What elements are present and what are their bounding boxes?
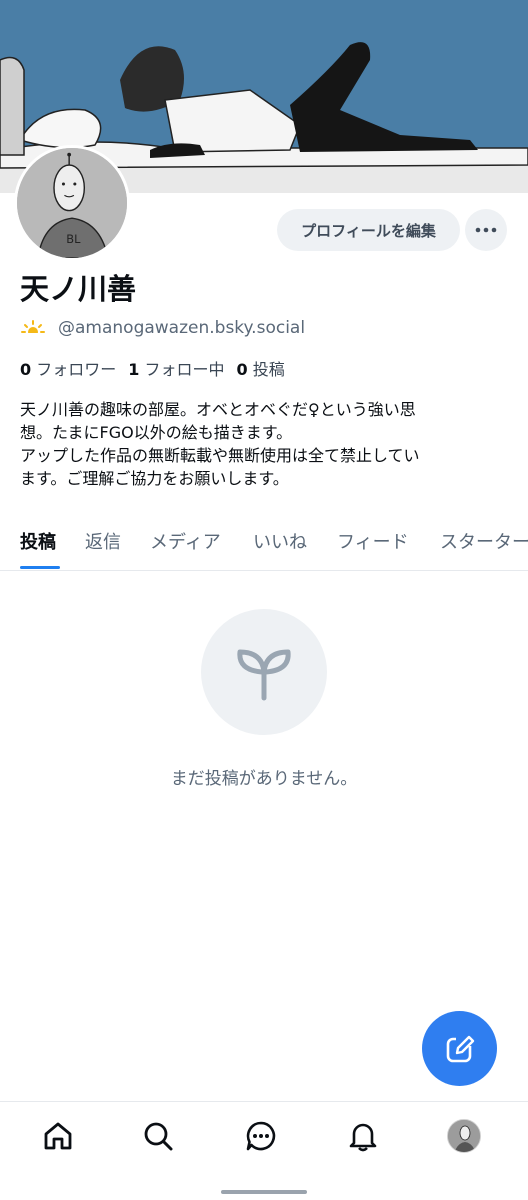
edit-profile-button[interactable]: プロフィールを編集	[277, 209, 460, 251]
avatar-illustration: BL	[17, 148, 127, 258]
bio-line: ます。ご理解ご協力をお願いします。	[20, 469, 289, 488]
nav-chat[interactable]	[241, 1116, 281, 1156]
profile-tabs: 投稿 返信 メディア いいね フィード スターター	[0, 518, 528, 571]
tab-starter-packs[interactable]: スターター	[440, 528, 528, 554]
nav-search[interactable]	[138, 1116, 178, 1156]
active-tab-indicator	[20, 566, 60, 569]
following-label: フォロー中	[144, 360, 225, 379]
ellipsis-icon	[475, 227, 497, 233]
bell-icon	[349, 1123, 377, 1152]
bio-line: 天ノ川善の趣味の部屋。オベとオベぐだ♀という強い思	[20, 400, 416, 419]
following-count: 1	[128, 360, 140, 379]
followers-count: 0	[20, 360, 32, 379]
posts-label: 投稿	[252, 360, 285, 379]
nav-notifications[interactable]	[343, 1116, 383, 1156]
display-name: 天ノ川善	[20, 272, 137, 306]
search-icon	[144, 1122, 173, 1151]
followers-stat[interactable]: 0 フォロワー	[20, 356, 116, 380]
home-indicator	[221, 1190, 307, 1194]
following-stat[interactable]: 1 フォロー中	[128, 356, 224, 380]
sprout-icon	[237, 649, 291, 701]
posts-count: 0	[236, 360, 248, 379]
tab-replies[interactable]: 返信	[85, 528, 121, 554]
tab-media[interactable]: メディア	[150, 528, 221, 554]
profile-bio: 天ノ川善の趣味の部屋。オベとオベぐだ♀という強い思 想。たまにFGO以外の絵も描…	[20, 398, 515, 490]
bio-line: アップした作品の無断転載や無断使用は全て禁止してい	[20, 446, 420, 465]
handle-text: @amanogawazen.bsky.social	[58, 318, 306, 338]
profile-avatar[interactable]: BL	[14, 145, 130, 261]
chat-icon	[246, 1121, 276, 1151]
empty-state-text: まだ投稿がありません。	[170, 769, 358, 789]
tab-posts[interactable]: 投稿	[20, 528, 56, 554]
avatar-thumbnail	[448, 1120, 480, 1152]
sun-behind-cloud-icon	[21, 320, 45, 337]
more-options-button[interactable]	[465, 209, 507, 251]
nav-home[interactable]	[38, 1116, 78, 1156]
bottom-navigation	[0, 1101, 528, 1200]
followers-label: フォロワー	[36, 360, 117, 379]
compose-button[interactable]	[422, 1011, 497, 1086]
compose-icon	[446, 1033, 475, 1062]
bio-line: 想。たまにFGO以外の絵も描きます。	[20, 423, 293, 442]
tab-likes[interactable]: いいね	[253, 528, 307, 554]
home-icon	[44, 1122, 72, 1150]
profile-stats: 0 フォロワー 1 フォロー中 0 投稿	[20, 356, 285, 380]
handle-row: @amanogawazen.bsky.social	[20, 316, 305, 340]
empty-state-badge	[201, 609, 327, 735]
posts-stat: 0 投稿	[237, 356, 285, 380]
nav-profile[interactable]	[444, 1116, 484, 1156]
nav-profile-avatar	[447, 1119, 481, 1153]
tab-feeds[interactable]: フィード	[337, 528, 409, 554]
svg-text:BL: BL	[66, 232, 81, 246]
